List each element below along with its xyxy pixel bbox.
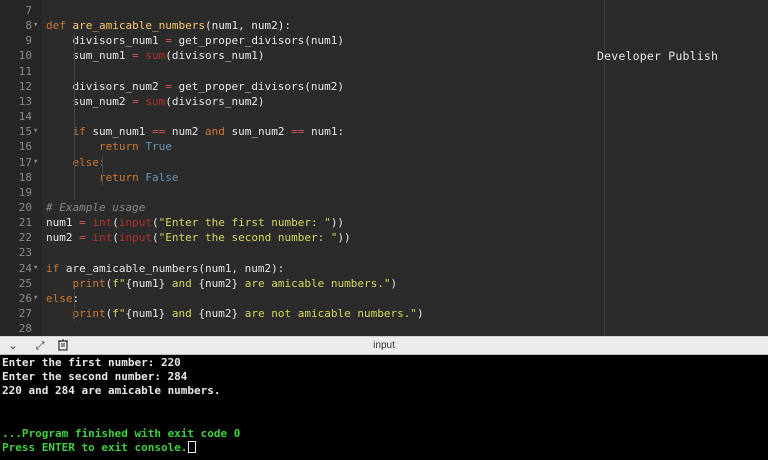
code-line[interactable]: 28 [0,321,768,336]
line-number: 13 [18,94,32,108]
watermark-text: Developer Publish [597,49,719,63]
code-line[interactable]: 22 num2 = int(input("Enter the second num… [0,230,768,245]
line-number: 25 [18,276,32,290]
code-line[interactable]: 19 [0,185,768,200]
fold-toggle-icon[interactable]: ▾ [33,155,38,170]
line-number: 22 [18,231,32,245]
line-number: 21 [18,216,32,230]
code-line[interactable]: 14 [0,109,768,124]
code-line[interactable]: 12 divisors_num2 = get_proper_divisors(n… [0,79,768,94]
code-line[interactable]: 7 [0,3,768,18]
code-line[interactable]: 16 return True [0,139,768,154]
code-line[interactable]: 9 divisors_num1 = get_proper_divisors(nu… [0,33,768,48]
code-text: # Example usage [46,200,146,214]
indent-guide [102,154,103,185]
console-line: Enter the first number: 220 [2,356,181,369]
line-number: 23 [18,246,32,260]
console-cursor [188,440,197,453]
code-line[interactable]: 20 # Example usage [0,200,768,215]
code-text: print(f"{num1} and {num2} are amicable n… [72,276,398,290]
fold-toggle-icon[interactable]: ▾ [33,18,38,33]
line-number: 12 [18,79,32,93]
code-text: else: [72,155,106,169]
code-line[interactable]: 26 ▾ else: [0,291,768,306]
indent-guide [74,33,75,200]
expand-icon[interactable]: ⤢ [33,339,47,353]
line-number: 8 [25,19,32,33]
io-panel-bar: ⌄ ⤢ input [0,336,768,355]
line-number: 28 [18,322,32,336]
code-text: if sum_num1 == num2 and sum_num2 == num1… [72,125,345,139]
code-text: return True [98,140,172,154]
line-number: 26 [18,291,32,305]
code-text: divisors_num1 = get_proper_divisors(num1… [46,34,345,48]
code-line[interactable]: 13 sum_num2 = sum(divisors_num2) [0,94,768,109]
code-line[interactable]: 18 return False [0,170,768,185]
line-number: 9 [25,34,32,48]
fold-toggle-icon[interactable]: ▾ [33,291,38,306]
console-line: ...Program finished with exit code 0 [2,426,241,440]
fold-toggle-icon[interactable]: ▾ [33,124,38,139]
code-line[interactable]: 17▾ else: [0,155,768,170]
code-line[interactable]: 15 ▾ if sum_num1 == num2 and sum_num2 == … [0,124,768,139]
line-number: 16 [18,140,32,154]
code-text: print(f"{num1} and {num2} are not amicab… [72,307,424,320]
code-line[interactable]: 23 [0,245,768,260]
line-number: 20 [18,200,32,214]
line-number: 18 [18,170,32,184]
console-line: 220 and 284 are amicable numbers. [2,384,221,398]
code-line[interactable]: 24 ▾ if are_amicable_numbers(num1, num2): [0,261,768,276]
console-line: Press ENTER to exit console. [2,440,197,455]
line-number: 24 [18,261,32,275]
code-line[interactable]: 25 print(f"{num1} and {num2} are amicabl… [0,276,768,291]
code-editor[interactable]: 7 8 ▾ def are_amicable_numbers(num1, num2):… [0,0,768,336]
line-number: 11 [18,64,32,78]
line-number: 10 [18,49,32,63]
code-line[interactable]: 11 [0,64,768,79]
line-number: 27 [18,307,32,320]
line-number: 19 [18,185,32,199]
fold-toggle-icon[interactable]: ▾ [33,261,38,276]
line-number: 17 [18,155,32,169]
indent-guide [74,290,75,322]
io-panel-title: input [373,340,395,351]
clear-console-icon[interactable] [56,339,70,353]
output-console[interactable]: Enter the first number: 220 Enter the sec… [0,355,768,460]
code-text: if are_amicable_numbers(num1, num2): [46,261,285,275]
code-line[interactable]: 27 print(f"{num1} and {num2} are not ami… [0,306,768,321]
code-text: sum_num1 = sum(divisors_num1) [46,49,265,63]
console-line: Enter the second number: 284 [2,370,188,384]
code-text: sum_num2 = sum(divisors_num2) [46,94,265,108]
line-number: 15 [18,125,32,139]
code-text: def are_amicable_numbers(num1, num2): [46,19,292,33]
code-text: num2 = int(input("Enter the second numbe… [46,231,351,245]
line-number: 14 [18,110,32,124]
code-text: divisors_num2 = get_proper_divisors(num2… [46,79,345,93]
code-text: num1 = int(input("Enter the first number… [46,216,345,230]
code-text: return False [98,170,179,184]
line-number: 7 [25,4,32,17]
code-line[interactable]: 8 ▾ def are_amicable_numbers(num1, num2): [0,18,768,33]
code-line[interactable]: 21 num1 = int(input("Enter the first numb… [0,215,768,230]
chevron-down-icon[interactable]: ⌄ [6,339,20,353]
